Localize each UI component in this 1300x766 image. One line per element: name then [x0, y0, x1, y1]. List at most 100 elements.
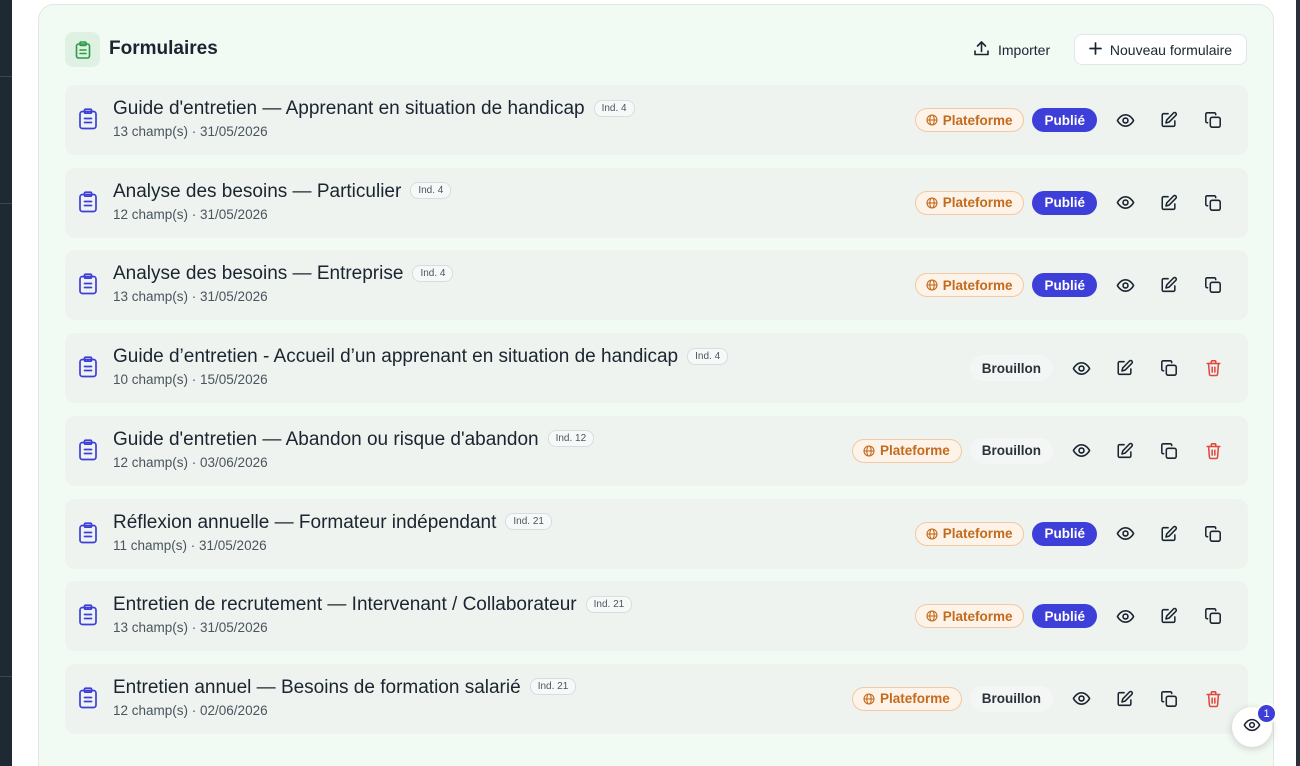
view-button[interactable] [1103, 103, 1147, 137]
platform-label: Plateforme [942, 608, 1013, 624]
left-sidebar-edge [0, 0, 12, 766]
edit-icon [1116, 359, 1134, 377]
form-row[interactable]: Entretien de recrutement — Intervenant /… [65, 581, 1248, 652]
notification-badge: 1 [1256, 703, 1277, 724]
form-title[interactable]: Analyse des besoins — Entreprise [113, 263, 403, 285]
indicator-badge: Ind. 4 [412, 264, 454, 282]
view-button[interactable] [1103, 268, 1147, 302]
form-title[interactable]: Guide d'entretien — Apprenant en situati… [113, 98, 585, 120]
form-title[interactable]: Guide d’entretien - Accueil d’un apprena… [113, 346, 678, 368]
edit-button[interactable] [1103, 434, 1147, 468]
forms-panel: Formulaires Importer Nouveau formulaire … [38, 4, 1274, 766]
form-title[interactable]: Analyse des besoins — Particulier [113, 181, 401, 203]
status-badge: Brouillon [969, 355, 1053, 382]
form-title[interactable]: Entretien annuel — Besoins de formation … [113, 677, 521, 699]
form-title[interactable]: Entretien de recrutement — Intervenant /… [113, 594, 577, 616]
copy-icon [1204, 276, 1222, 294]
edit-icon [1160, 276, 1178, 294]
form-title[interactable]: Guide d'entretien — Abandon ou risque d'… [113, 429, 539, 451]
view-button[interactable] [1059, 434, 1103, 468]
import-button[interactable]: Importer [973, 36, 1065, 64]
form-row[interactable]: Guide d'entretien — Apprenant en situati… [65, 85, 1248, 155]
duplicate-button[interactable] [1147, 351, 1191, 385]
platform-badge: Plateforme [851, 686, 962, 711]
form-title-line: Guide d’entretien - Accueil d’un apprena… [113, 346, 729, 368]
form-title-line: Analyse des besoins — Particulier Ind. 4 [113, 181, 452, 203]
form-title-line: Réflexion annuelle — Formateur indépenda… [113, 512, 552, 534]
row-actions: Plateforme Brouillon [851, 416, 1235, 486]
delete-button[interactable] [1191, 682, 1235, 716]
copy-icon [1160, 690, 1178, 708]
edit-button[interactable] [1147, 103, 1191, 137]
edit-button[interactable] [1147, 268, 1191, 302]
platform-label: Plateforme [879, 691, 950, 707]
row-actions: Plateforme Publié [914, 85, 1235, 155]
indicator-badge: Ind. 21 [505, 513, 552, 530]
duplicate-button[interactable] [1147, 434, 1191, 468]
delete-button[interactable] [1191, 434, 1235, 468]
duplicate-button[interactable] [1191, 268, 1235, 302]
platform-label: Plateforme [942, 195, 1013, 211]
form-row[interactable]: Analyse des besoins — Particulier Ind. 4 1… [65, 167, 1248, 238]
status-badge: Publié [1032, 273, 1097, 298]
form-meta: 12 champ(s) · 02/06/2026 [113, 702, 268, 718]
status-badge: Publié [1032, 190, 1097, 215]
duplicate-button[interactable] [1191, 186, 1235, 220]
edit-icon [1160, 525, 1178, 543]
platform-label: Plateforme [879, 443, 950, 459]
edit-button[interactable] [1103, 682, 1147, 716]
clipboard-icon [78, 191, 100, 215]
form-row[interactable]: Guide d’entretien - Accueil d’un apprena… [65, 333, 1248, 404]
edit-icon [1116, 690, 1134, 708]
duplicate-button[interactable] [1191, 103, 1235, 137]
forms-header: Formulaires Importer Nouveau formulaire [65, 31, 1248, 71]
globe-icon [926, 610, 938, 622]
duplicate-button[interactable] [1147, 682, 1191, 716]
eye-icon [1116, 111, 1135, 130]
copy-icon [1204, 607, 1222, 625]
import-label: Importer [998, 42, 1051, 58]
new-form-button[interactable]: Nouveau formulaire [1074, 34, 1247, 65]
copy-icon [1204, 525, 1222, 543]
clipboard-icon [78, 521, 100, 546]
sidebar-divider [0, 76, 12, 77]
form-title-line: Analyse des besoins — Entreprise Ind. 4 [113, 263, 454, 285]
copy-icon [1160, 359, 1178, 377]
view-button[interactable] [1059, 351, 1103, 385]
delete-button[interactable] [1191, 351, 1235, 385]
indicator-badge: Ind. 21 [529, 678, 577, 696]
duplicate-button[interactable] [1191, 599, 1235, 633]
eye-icon [1072, 441, 1091, 460]
form-title[interactable]: Réflexion annuelle — Formateur indépenda… [113, 512, 496, 534]
view-button[interactable] [1059, 682, 1103, 716]
status-badge: Brouillon [969, 685, 1053, 712]
duplicate-button[interactable] [1191, 517, 1235, 551]
edit-button[interactable] [1147, 599, 1191, 633]
trash-icon [1205, 359, 1222, 377]
row-actions: Plateforme Brouillon [851, 664, 1235, 734]
trash-icon [1205, 442, 1222, 460]
edit-icon [1160, 607, 1178, 625]
view-button[interactable] [1103, 517, 1147, 551]
view-button[interactable] [1103, 599, 1147, 633]
scrollbar[interactable] [1296, 0, 1300, 766]
edit-button[interactable] [1147, 186, 1191, 220]
edit-button[interactable] [1103, 351, 1147, 385]
platform-badge: Plateforme [914, 604, 1025, 629]
form-row[interactable]: Réflexion annuelle — Formateur indépenda… [65, 498, 1248, 569]
indicator-badge: Ind. 4 [410, 182, 452, 200]
platform-label: Plateforme [942, 112, 1013, 128]
edit-button[interactable] [1147, 517, 1191, 551]
form-row[interactable]: Analyse des besoins — Entreprise Ind. 4 13… [65, 250, 1248, 321]
view-button[interactable] [1103, 186, 1147, 220]
row-actions: Plateforme Publié [914, 168, 1235, 238]
upload-icon [973, 40, 990, 60]
globe-icon [926, 197, 938, 209]
eye-icon [1116, 607, 1135, 626]
form-title-line: Guide d'entretien — Abandon ou risque d'… [113, 429, 595, 451]
form-row[interactable]: Entretien annuel — Besoins de formation … [65, 663, 1248, 734]
status-badge: Brouillon [969, 437, 1053, 464]
eye-icon [1116, 193, 1135, 212]
form-row[interactable]: Guide d'entretien — Abandon ou risque d'… [65, 415, 1248, 486]
eye-icon [1072, 689, 1091, 708]
